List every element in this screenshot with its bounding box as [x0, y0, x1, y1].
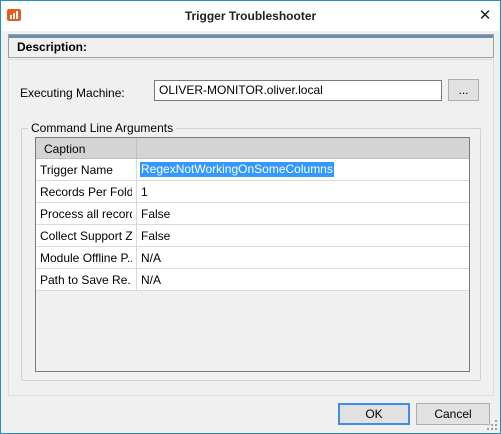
argument-value[interactable]: False	[141, 207, 170, 221]
table-row[interactable]: Module Offline P... N/A	[36, 247, 469, 269]
command-line-arguments-group: Command Line Arguments Caption Trigger N…	[21, 121, 481, 381]
table-row[interactable]: Trigger Name RegexNotWorkingOnSomeColumn…	[36, 159, 469, 181]
grid-header: Caption	[36, 138, 469, 159]
argument-name: Path to Save Re...	[40, 273, 132, 287]
argument-value[interactable]: False	[141, 229, 170, 243]
dialog-window: Trigger Troubleshooter ✕ Description: Ex…	[0, 0, 501, 434]
title-bar: Trigger Troubleshooter ✕	[1, 1, 500, 31]
window-title: Trigger Troubleshooter	[184, 9, 317, 23]
resize-grip-icon[interactable]	[487, 420, 497, 430]
ok-button[interactable]: OK	[338, 403, 410, 425]
argument-name: Trigger Name	[40, 163, 113, 177]
argument-name: Module Offline P...	[40, 251, 132, 265]
argument-name: Records Per Folder	[40, 185, 132, 199]
argument-value-selected[interactable]: RegexNotWorkingOnSomeColumns	[140, 162, 334, 177]
close-icon[interactable]: ✕	[476, 7, 494, 25]
table-row[interactable]: Process all records False	[36, 203, 469, 225]
executing-machine-input[interactable]: OLIVER-MONITOR.oliver.local	[154, 80, 442, 101]
table-row[interactable]: Collect Support ZIP False	[36, 225, 469, 247]
argument-value[interactable]: N/A	[141, 273, 161, 287]
description-panel: Description:	[8, 34, 494, 58]
content-panel: Executing Machine: OLIVER-MONITOR.oliver…	[8, 59, 494, 396]
argument-value[interactable]: 1	[141, 185, 148, 199]
arguments-grid[interactable]: Caption Trigger Name RegexNotWorkingOnSo…	[35, 137, 470, 372]
argument-name: Process all records	[40, 207, 132, 221]
description-accent-bar	[9, 35, 493, 38]
cancel-button[interactable]: Cancel	[416, 403, 490, 425]
browse-button[interactable]: ...	[448, 79, 479, 101]
executing-machine-label: Executing Machine:	[20, 86, 125, 100]
argument-name: Collect Support ZIP	[40, 229, 132, 243]
argument-value[interactable]: N/A	[141, 251, 161, 265]
caption-column-header[interactable]: Caption	[44, 142, 85, 156]
table-row[interactable]: Records Per Folder 1	[36, 181, 469, 203]
table-row[interactable]: Path to Save Re... N/A	[36, 269, 469, 291]
description-label: Description:	[17, 40, 88, 54]
group-legend: Command Line Arguments	[28, 121, 177, 135]
